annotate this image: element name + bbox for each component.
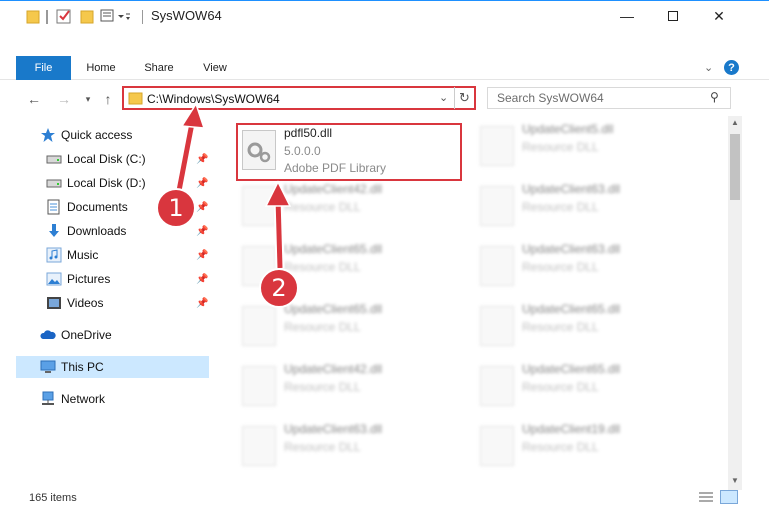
step-1-marker: 1 — [156, 188, 196, 228]
arrow-1 — [173, 102, 206, 197]
step-2-marker: 2 — [259, 268, 299, 308]
arrow-2 — [264, 180, 292, 269]
annotation-arrows — [173, 102, 292, 269]
step-1-number: 1 — [168, 194, 184, 222]
step-2-number: 2 — [271, 274, 287, 302]
